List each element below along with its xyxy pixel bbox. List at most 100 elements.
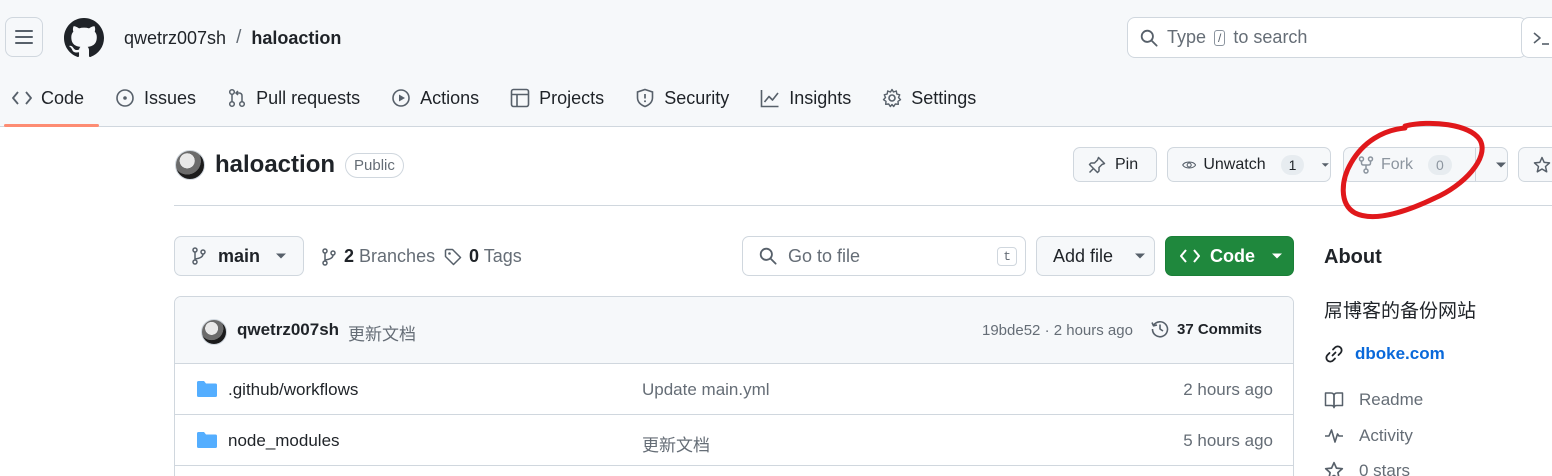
branches-link[interactable]: 2 Branches	[321, 246, 435, 267]
code-icon	[12, 91, 32, 105]
file-name[interactable]: node_modules	[228, 431, 340, 451]
tab-label: Issues	[144, 87, 197, 108]
commit-author-avatar[interactable]	[201, 319, 227, 345]
file-commit-message[interactable]: 更新文档	[642, 431, 710, 456]
graph-icon	[760, 90, 779, 108]
pin-icon	[1088, 156, 1106, 173]
stars-link[interactable]: 0 stars	[1324, 461, 1410, 476]
tab-label: Projects	[539, 87, 605, 108]
search-icon	[759, 247, 777, 265]
stars-label: 0 stars	[1359, 461, 1411, 476]
add-file-button[interactable]: Add file	[1036, 236, 1155, 276]
tab-security[interactable]: Security	[623, 74, 740, 122]
issue-icon	[116, 89, 134, 107]
folder-icon	[197, 381, 217, 397]
code-icon	[1180, 249, 1200, 263]
tab-label: Insights	[789, 87, 852, 108]
commits-link[interactable]: 37 Commits	[1150, 319, 1262, 339]
tags-text: 0 Tags	[469, 246, 522, 266]
fork-count: 0	[1428, 154, 1452, 175]
pulse-icon	[1325, 429, 1343, 443]
caret-down-icon	[276, 253, 287, 259]
branch-name: main	[218, 245, 261, 266]
tab-pull-requests[interactable]: Pull requests	[215, 74, 371, 122]
file-name[interactable]: .github/workflows	[228, 380, 358, 400]
branches-text: 2 Branches	[344, 246, 436, 266]
owner-avatar[interactable]	[175, 150, 205, 180]
github-logo-icon[interactable]	[64, 18, 104, 58]
branch-icon	[322, 247, 336, 266]
activity-link[interactable]: Activity	[1324, 426, 1413, 446]
file-age: 2 hours ago	[1183, 380, 1273, 399]
caret-down-icon[interactable]	[1495, 161, 1507, 169]
repo-link[interactable]: haloaction	[251, 28, 341, 49]
fork-icon	[1358, 155, 1374, 174]
star-icon	[1533, 156, 1551, 173]
commit-author[interactable]: qwetrz007sh	[237, 320, 339, 340]
about-description: 屌博客的备份网站	[1324, 301, 1477, 322]
file-age: 5 hours ago	[1183, 431, 1273, 450]
code-button[interactable]: Code	[1165, 236, 1294, 276]
owner-link[interactable]: qwetrz007sh	[124, 28, 226, 49]
watch-count: 1	[1280, 154, 1305, 175]
website-link[interactable]: dboke.com	[1324, 344, 1445, 364]
tab-label: Security	[664, 87, 730, 108]
tags-link[interactable]: 0 Tags	[444, 246, 522, 267]
folder-icon	[197, 432, 217, 448]
terminal-icon	[1533, 31, 1549, 45]
pin-label: Pin	[1115, 155, 1139, 173]
commit-sha-time[interactable]: 19bde52 · 2 hours ago	[982, 322, 1133, 339]
commit-message[interactable]: 更新文档	[348, 320, 416, 345]
branch-icon	[192, 247, 206, 265]
tab-label: Actions	[420, 87, 480, 108]
caret-down-icon	[1135, 253, 1146, 259]
star-icon	[1324, 461, 1344, 476]
eye-icon	[1182, 161, 1197, 168]
pin-button[interactable]: Pin	[1073, 147, 1157, 182]
gear-icon	[883, 88, 902, 108]
command-palette-button[interactable]	[1521, 17, 1552, 58]
tab-label: Settings	[911, 87, 977, 108]
repo-header: qwetrz007sh / haloaction Type / to searc…	[0, 0, 1552, 127]
caret-down-icon	[1272, 253, 1282, 259]
tab-insights[interactable]: Insights	[748, 74, 862, 122]
breadcrumb-separator: /	[236, 27, 242, 48]
file-row[interactable]: node_modules 更新文档 5 hours ago	[175, 415, 1293, 466]
shortcut-key: t	[997, 247, 1017, 266]
breadcrumb: qwetrz007sh / haloaction	[124, 27, 341, 49]
about-heading: About	[1324, 246, 1382, 268]
fork-split-divider	[1474, 148, 1476, 181]
unwatch-button[interactable]: Unwatch 1	[1167, 147, 1331, 182]
tab-label: Pull requests	[256, 87, 361, 108]
branch-select[interactable]: main	[174, 236, 304, 276]
visibility-badge: Public	[345, 152, 404, 178]
commits-count: 37 Commits	[1177, 320, 1263, 338]
search-input[interactable]: Type / to search	[1127, 17, 1527, 58]
tab-settings[interactable]: Settings	[870, 74, 987, 122]
readme-label: Readme	[1359, 390, 1424, 409]
fork-button[interactable]: Fork 0	[1343, 147, 1508, 182]
file-commit-message[interactable]: Update main.yml	[642, 380, 770, 400]
star-button[interactable]	[1518, 147, 1552, 182]
tab-label: Code	[41, 87, 85, 108]
watch-label: Unwatch	[1203, 155, 1266, 173]
file-table: qwetrz007sh 更新文档 19bde52 · 2 hours ago 3…	[174, 296, 1294, 476]
file-row[interactable]: .github/workflows Update main.yml 2 hour…	[175, 364, 1293, 415]
pull-request-icon	[229, 88, 246, 108]
activity-label: Activity	[1359, 426, 1413, 445]
menu-button[interactable]	[5, 17, 43, 57]
repo-name[interactable]: haloaction	[215, 151, 335, 179]
book-icon	[1324, 392, 1344, 409]
tab-issues[interactable]: Issues	[103, 74, 207, 122]
caret-down-icon	[1322, 162, 1330, 167]
link-icon	[1325, 345, 1343, 363]
tab-code[interactable]: Code	[0, 74, 100, 127]
table-icon	[510, 88, 530, 108]
tab-projects[interactable]: Projects	[498, 74, 615, 122]
repo-title: haloaction Public	[175, 150, 404, 180]
tab-actions[interactable]: Actions	[379, 74, 490, 122]
tag-icon	[444, 248, 462, 265]
go-to-file-input[interactable]: Go to file t	[742, 236, 1026, 276]
readme-link[interactable]: Readme	[1324, 390, 1423, 410]
website-url: dboke.com	[1355, 344, 1445, 363]
